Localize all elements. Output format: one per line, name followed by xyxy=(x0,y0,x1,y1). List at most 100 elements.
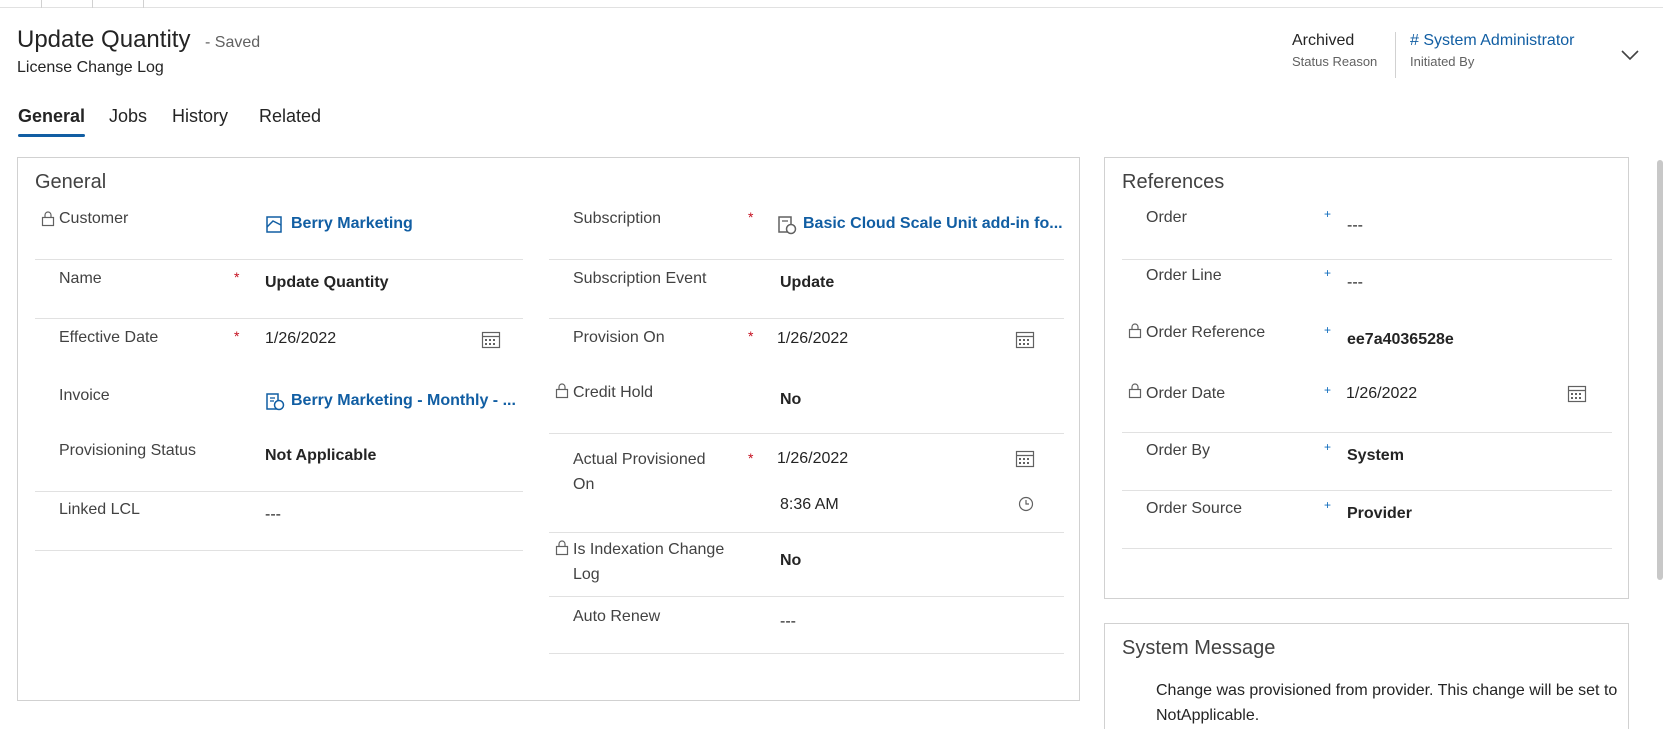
field-label: Linked LCL xyxy=(59,501,140,518)
recommended-marker: + xyxy=(1324,207,1332,221)
status-reason-value: Archived xyxy=(1292,32,1355,49)
initiated-by-label: Initiated By xyxy=(1410,54,1475,69)
chevron-down-icon[interactable] xyxy=(1619,44,1641,66)
field-row-subscription-event: Subscription Event Update xyxy=(549,260,1064,319)
field-row-actual-provisioned-on: Actual Provisioned On * 1/26/2022 8:36 A… xyxy=(549,434,1064,533)
field-label: Order Reference xyxy=(1146,324,1266,341)
actual-provisioned-time-input[interactable]: 8:36 AM xyxy=(780,496,839,514)
credit-hold-value: No xyxy=(780,391,802,408)
is-indexation-value: No xyxy=(780,552,802,569)
recommended-marker: + xyxy=(1324,440,1332,454)
entity-name: License Change Log xyxy=(17,59,164,76)
field-label: Auto Renew xyxy=(573,608,661,625)
field-row-order-source: Order Source + Provider xyxy=(1122,491,1612,549)
field-label: Name xyxy=(59,270,102,287)
required-marker: * xyxy=(748,328,754,344)
status-reason-field: Archived Status Reason xyxy=(1292,32,1377,69)
field-row-customer: Customer Berry Marketing xyxy=(35,203,523,260)
top-tab[interactable] xyxy=(93,0,144,8)
required-marker: * xyxy=(748,209,754,225)
field-label: Subscription Event xyxy=(573,270,707,287)
field-row-order-reference: Order Reference + ee7a4036528e xyxy=(1122,317,1612,376)
field-row-name: Name * Update Quantity xyxy=(35,260,523,319)
auto-renew-value[interactable]: --- xyxy=(780,613,796,631)
field-row-order: Order + --- xyxy=(1122,203,1612,260)
tab-history[interactable]: History xyxy=(172,106,228,127)
field-row-order-line: Order Line + --- xyxy=(1122,260,1612,317)
field-label: Effective Date xyxy=(59,329,159,346)
lock-icon xyxy=(1128,383,1142,399)
customer-link[interactable]: Berry Marketing xyxy=(291,215,413,233)
field-row-effective-date: Effective Date * 1/26/2022 xyxy=(35,319,523,377)
recommended-marker: + xyxy=(1324,383,1332,397)
section-title: System Message xyxy=(1122,637,1276,659)
status-reason-label: Status Reason xyxy=(1292,54,1378,69)
calendar-icon[interactable] xyxy=(481,330,501,349)
references-section: References Order + --- Order Line + --- … xyxy=(1104,157,1629,599)
system-message-text: Change was provisioned from provider. Th… xyxy=(1156,682,1618,724)
name-input[interactable]: Update Quantity xyxy=(265,274,389,292)
order-line-value[interactable]: --- xyxy=(1347,274,1363,292)
lock-icon xyxy=(41,211,55,227)
field-label: Customer xyxy=(59,210,129,227)
clock-icon[interactable] xyxy=(1018,496,1034,512)
field-row-invoice: Invoice Berry Marketing - Monthly - ... xyxy=(35,377,523,433)
field-label: Order Source xyxy=(1146,500,1243,517)
top-tab-strip xyxy=(0,0,1663,8)
field-label: Order Date xyxy=(1146,385,1226,402)
field-row-order-date: Order Date + 1/26/2022 xyxy=(1122,376,1612,433)
scrollbar[interactable] xyxy=(1657,160,1663,580)
tab-related[interactable]: Related xyxy=(259,106,321,127)
field-row-credit-hold: Credit Hold No xyxy=(549,377,1064,434)
order-by-value: System xyxy=(1347,447,1404,464)
field-label: Subscription xyxy=(573,210,662,227)
field-row-subscription: Subscription * Basic Cloud Scale Unit ad… xyxy=(549,203,1064,260)
calendar-icon[interactable] xyxy=(1567,384,1587,403)
initiated-by-link[interactable]: # System Administrator xyxy=(1410,32,1575,50)
field-row-provision-on: Provision On * 1/26/2022 xyxy=(549,319,1064,377)
lock-icon xyxy=(1128,323,1142,339)
field-label-cont: On xyxy=(573,476,595,493)
field-label: Order By xyxy=(1146,442,1211,459)
initiated-by-field: # System Administrator Initiated By xyxy=(1410,32,1575,69)
calendar-icon[interactable] xyxy=(1015,330,1035,349)
top-tab[interactable] xyxy=(0,0,42,8)
order-value[interactable]: --- xyxy=(1347,217,1363,235)
recommended-marker: + xyxy=(1324,323,1332,337)
required-marker: * xyxy=(748,450,754,466)
section-title: General xyxy=(35,171,107,193)
active-tab-indicator xyxy=(18,134,85,137)
field-row-provisioning-status: Provisioning Status Not Applicable xyxy=(35,433,523,492)
provision-on-input[interactable]: 1/26/2022 xyxy=(777,330,848,348)
field-label: Actual Provisioned xyxy=(573,451,706,468)
required-marker: * xyxy=(234,269,240,285)
field-row-linked-lcl: Linked LCL --- xyxy=(35,492,523,551)
top-tab[interactable] xyxy=(42,0,93,8)
field-row-order-by: Order By + System xyxy=(1122,433,1612,491)
page-title: Update Quantity xyxy=(17,26,191,53)
field-label: Provisioning Status xyxy=(59,442,196,459)
effective-date-input[interactable]: 1/26/2022 xyxy=(265,330,336,348)
field-label-cont: Log xyxy=(573,566,600,583)
save-status: - Saved xyxy=(205,34,261,51)
section-title: References xyxy=(1122,171,1225,193)
subscription-link[interactable]: Basic Cloud Scale Unit add-in fo... xyxy=(803,215,1063,233)
lock-icon xyxy=(555,540,569,556)
tab-jobs[interactable]: Jobs xyxy=(109,106,147,127)
calendar-icon[interactable] xyxy=(1015,449,1035,468)
linked-lcl-value[interactable]: --- xyxy=(265,506,281,524)
field-row-is-indexation: Is Indexation Change Log No xyxy=(549,533,1064,597)
subscription-record-icon xyxy=(778,216,797,235)
invoice-link[interactable]: Berry Marketing - Monthly - ... xyxy=(291,392,516,410)
order-date-value: 1/26/2022 xyxy=(1346,385,1418,402)
field-label: Invoice xyxy=(59,387,110,404)
customer-record-icon xyxy=(266,216,282,233)
field-label: Order xyxy=(1146,209,1187,226)
subscription-event-value: Update xyxy=(780,274,835,291)
actual-provisioned-date-input[interactable]: 1/26/2022 xyxy=(777,450,848,468)
required-marker: * xyxy=(234,328,240,344)
field-label: Order Line xyxy=(1146,267,1222,284)
tab-general[interactable]: General xyxy=(18,106,85,127)
field-row-auto-renew: Auto Renew --- xyxy=(549,597,1064,654)
field-label: Is Indexation Change xyxy=(573,541,725,558)
